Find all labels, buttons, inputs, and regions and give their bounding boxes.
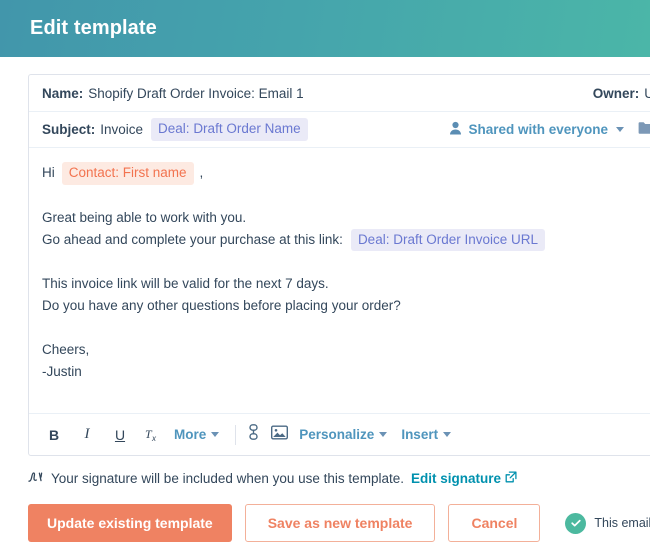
name-row[interactable]: Name: Shopify Draft Order Invoice: Email… [29, 75, 650, 112]
modal-footer: Update existing template Save as new tem… [28, 504, 650, 542]
owner-value: U [644, 86, 650, 101]
body-line-2-text: Go ahead and complete your purchase at t… [42, 231, 343, 247]
edit-signature-label: Edit signature [410, 471, 501, 486]
link-icon [247, 424, 260, 445]
body-greeting-line[interactable]: Hi Contact: First name , [42, 162, 650, 185]
more-label: More [174, 427, 207, 442]
template-editor-card: Name: Shopify Draft Order Invoice: Email… [28, 74, 650, 456]
owner-label: Owner: [592, 85, 640, 101]
image-icon [271, 425, 289, 445]
body-blank-line-3 [42, 317, 650, 339]
person-icon [449, 121, 462, 138]
signature-note: Your signature will be included when you… [28, 470, 650, 487]
page-title: Edit template [30, 17, 157, 39]
body-line-4[interactable]: Do you have any other questions before p… [42, 295, 650, 317]
external-link-icon [505, 471, 517, 486]
body-blank-line-1 [42, 185, 650, 207]
insert-image-button[interactable] [271, 425, 289, 445]
body-line-1[interactable]: Great being able to work with you. [42, 207, 650, 229]
cancel-button[interactable]: Cancel [448, 504, 541, 542]
subject-personalization-token[interactable]: Deal: Draft Order Name [151, 118, 308, 141]
clear-formatting-button[interactable]: T x [141, 422, 165, 448]
link-button[interactable] [247, 424, 260, 445]
draft-order-url-token[interactable]: Deal: Draft Order Invoice URL [350, 228, 545, 252]
edit-signature-link[interactable]: Edit signature [411, 471, 517, 486]
toolbar-divider [235, 424, 237, 445]
bold-button[interactable]: B [42, 422, 66, 448]
subject-value[interactable]: Invoice [100, 122, 143, 137]
save-as-new-template-button[interactable]: Save as new template [244, 504, 436, 542]
body-signoff-1[interactable]: Cheers, [42, 339, 650, 361]
folder-icon [638, 121, 650, 138]
italic-button[interactable]: I [75, 422, 99, 448]
editor-toolbar: B I U T x More Personalize Insert [29, 413, 650, 455]
status-text: This email looks fantastic! [594, 516, 650, 530]
name-value[interactable]: Shopify Draft Order Invoice: Email 1 [88, 86, 303, 101]
greeting-suffix: , [199, 165, 204, 181]
greeting-prefix: Hi [42, 165, 55, 181]
insert-label: Insert [401, 427, 439, 442]
email-body-editor[interactable]: Hi Contact: First name , Great being abl… [29, 148, 650, 413]
sharing-label: Shared with everyone [468, 122, 608, 137]
signature-icon [28, 470, 44, 487]
check-circle-icon [565, 512, 587, 534]
body-blank-line-2 [42, 251, 650, 273]
body-line-3[interactable]: This invoice link will be valid for the … [42, 273, 650, 295]
chevron-down-icon [443, 432, 452, 437]
status-badge: This email looks fantastic! [565, 512, 650, 534]
chevron-down-icon [211, 432, 220, 437]
chevron-down-icon [379, 432, 388, 437]
more-dropdown[interactable]: More [174, 427, 220, 442]
svg-text:x: x [151, 434, 157, 443]
body-line-2[interactable]: Go ahead and complete your purchase at t… [42, 228, 650, 252]
folder-button[interactable] [638, 121, 650, 138]
sharing-dropdown[interactable]: Shared with everyone [449, 121, 624, 138]
update-existing-template-button[interactable]: Update existing template [28, 504, 232, 542]
subject-label: Subject: [42, 122, 96, 137]
underline-button[interactable]: U [108, 422, 132, 448]
personalize-label: Personalize [299, 427, 375, 442]
insert-dropdown[interactable]: Insert [401, 427, 452, 442]
chevron-down-icon [616, 127, 624, 132]
owner-group: Owner: U [593, 86, 650, 101]
modal-header: Edit template [0, 0, 650, 57]
personalize-dropdown[interactable]: Personalize [299, 427, 388, 442]
signature-text: Your signature will be included when you… [51, 471, 404, 486]
name-label: Name: [42, 85, 84, 101]
body-signoff-2[interactable]: -Justin [42, 361, 650, 383]
subject-row[interactable]: Subject: Invoice Deal: Draft Order Name … [29, 112, 650, 148]
contact-first-name-token[interactable]: Contact: First name [61, 162, 194, 185]
